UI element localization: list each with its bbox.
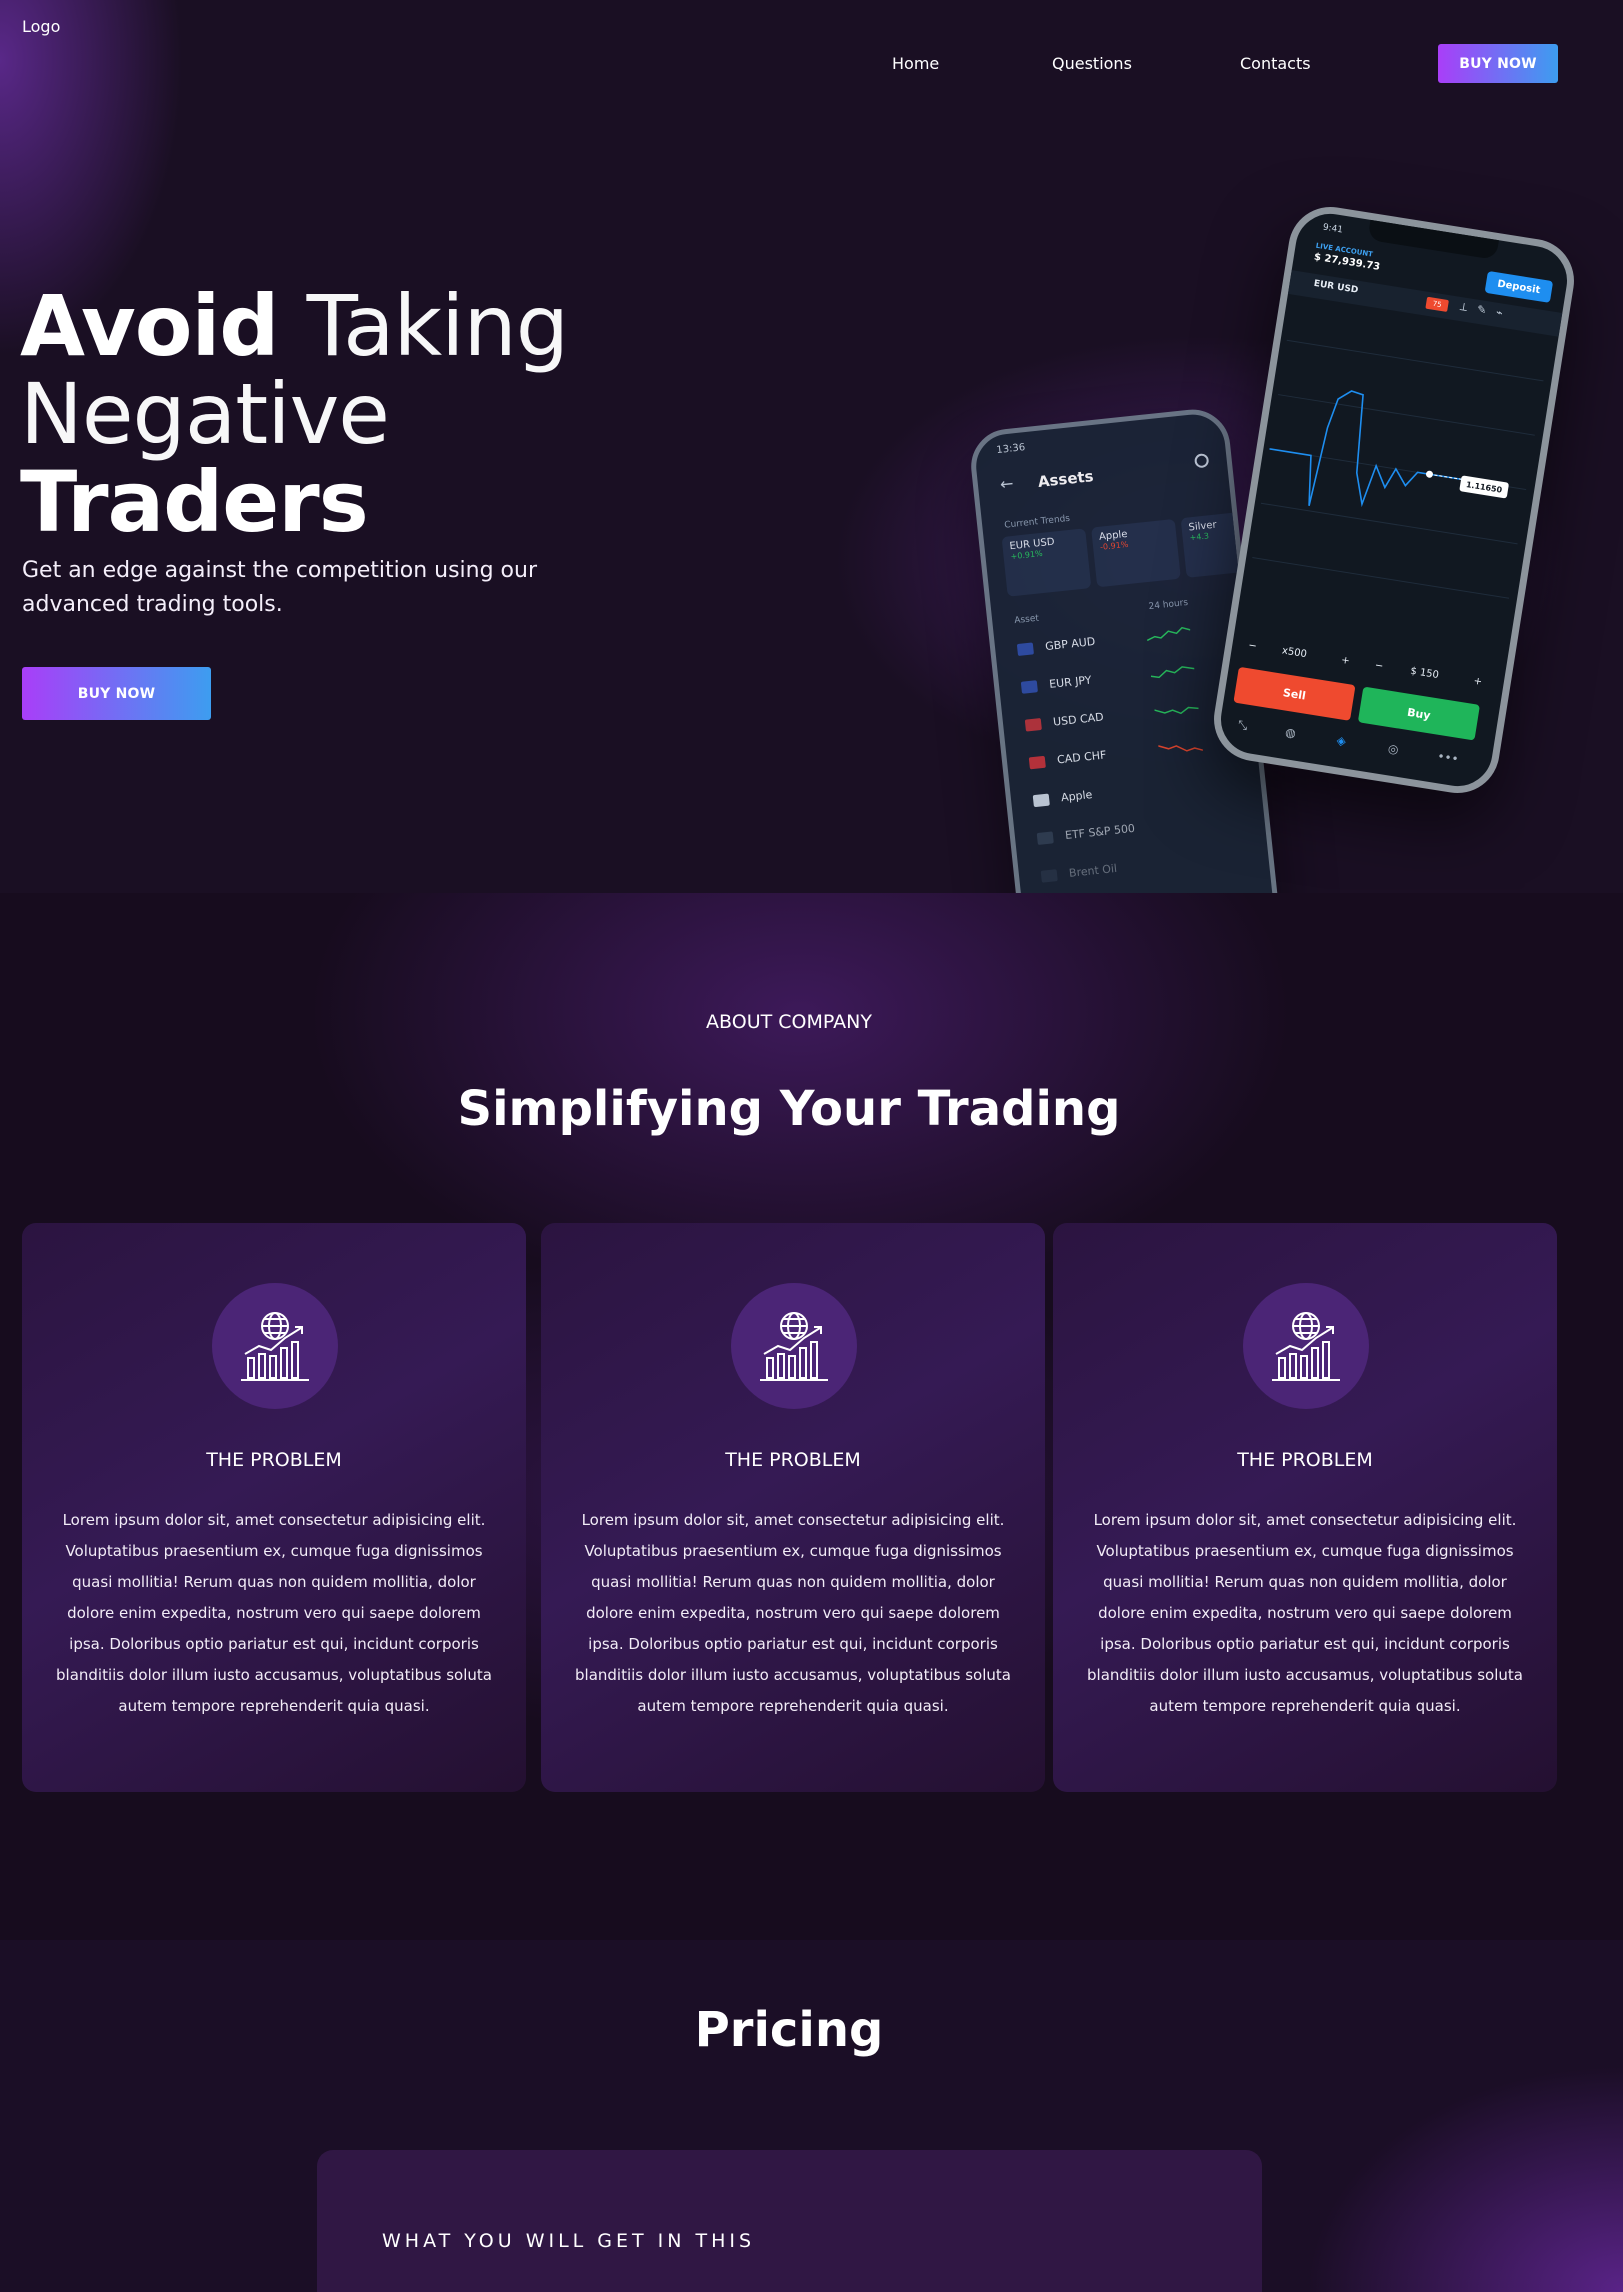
asset-name: Brent Oil xyxy=(1068,861,1118,880)
card-icon-circle xyxy=(731,1283,857,1409)
hero-buy-now-button[interactable]: BUY NOW xyxy=(22,667,211,720)
trend-card: EUR USD +0.91% xyxy=(1001,528,1092,597)
feature-card: THE PROBLEM Lorem ipsum dolor sit, amet … xyxy=(541,1223,1045,1792)
pricing-section: Pricing WHAT YOU WILL GET IN THIS xyxy=(0,1940,1623,2292)
sparkline-icon xyxy=(1146,626,1191,642)
trends-label: Current Trends xyxy=(1003,513,1071,531)
asset-column-label: Asset xyxy=(1013,613,1040,627)
minus-icon: − xyxy=(1247,640,1258,653)
asset-name: CAD CHF xyxy=(1056,748,1108,767)
hero-subtitle-line-1: Get an edge against the competition usin… xyxy=(22,558,538,583)
sparkline-icon xyxy=(1150,666,1195,679)
flag-icon xyxy=(1028,755,1046,770)
asset-name: EUR JPY xyxy=(1048,673,1093,691)
about-section: ABOUT COMPANY Simplifying Your Trading T… xyxy=(0,893,1623,1940)
pair-name: EUR USD xyxy=(1313,278,1359,296)
hero-subtitle: Get an edge against the competition usin… xyxy=(22,554,542,622)
hero-title: Avoid Taking Negative Traders xyxy=(20,282,569,546)
minus-icon: − xyxy=(1374,660,1385,673)
card-text: Lorem ipsum dolor sit, amet consectetur … xyxy=(1087,1511,1523,1715)
pricing-card-title: WHAT YOU WILL GET IN THIS xyxy=(382,2230,756,2252)
hero-subtitle-line-2: advanced trading tools. xyxy=(22,592,283,617)
trend-card: Apple -0.91% xyxy=(1091,518,1181,588)
about-title: Simplifying Your Trading xyxy=(457,1081,1121,1137)
nav-link-questions[interactable]: Questions xyxy=(1052,54,1132,73)
phone-status-time: 9:41 xyxy=(1321,222,1344,236)
flag-icon xyxy=(1020,680,1038,694)
card-icon-circle xyxy=(1243,1283,1369,1409)
more-icon: ••• xyxy=(1436,749,1460,767)
globe-icon: ◍ xyxy=(1284,724,1297,741)
hero-title-negative: Negative xyxy=(20,365,390,463)
pricing-title: Pricing xyxy=(694,2002,884,2058)
flag-icon xyxy=(1016,642,1034,657)
feature-card: THE PROBLEM Lorem ipsum dolor sit, amet … xyxy=(22,1223,526,1792)
phone-notch xyxy=(1367,217,1500,260)
period-column-label: 24 hours xyxy=(1148,597,1189,613)
target-icon: ◎ xyxy=(1387,741,1400,757)
oil-icon xyxy=(1040,869,1058,883)
card-title: THE PROBLEM xyxy=(1237,1449,1373,1471)
pricing-card: WHAT YOU WILL GET IN THIS xyxy=(317,2150,1262,2292)
logo[interactable]: Logo xyxy=(22,17,60,36)
sparkline-icon xyxy=(1154,706,1199,715)
phone-status-time: 13:36 xyxy=(995,442,1026,457)
global-growth-icon xyxy=(241,1312,309,1381)
global-growth-icon xyxy=(760,1312,828,1381)
deposit-button: Deposit xyxy=(1484,270,1554,303)
hero-title-taking: Taking xyxy=(306,277,569,375)
card-text: Lorem ipsum dolor sit, amet consectetur … xyxy=(575,1511,1011,1715)
asset-name: ETF S&P 500 xyxy=(1064,821,1136,843)
global-growth-icon xyxy=(1272,1312,1340,1381)
back-arrow-icon: ← xyxy=(999,473,1015,494)
asset-name: Apple xyxy=(1060,788,1093,805)
expand-icon: ⤡ xyxy=(1236,717,1249,733)
card-text: Lorem ipsum dolor sit, amet consectetur … xyxy=(56,1511,492,1715)
hero-section: Logo Home Questions Contacts BUY NOW Avo… xyxy=(0,0,1623,971)
layers-icon: ◈ xyxy=(1335,733,1347,749)
apple-icon xyxy=(1032,793,1050,808)
etf-icon xyxy=(1036,831,1054,845)
main-nav: Home Questions Contacts xyxy=(0,54,1623,74)
plus-icon: + xyxy=(1472,675,1483,688)
feature-card: THE PROBLEM Lorem ipsum dolor sit, amet … xyxy=(1053,1223,1557,1792)
phone-mockup-trading: 9:41 LIVE ACCOUNT $ 27,939.73 Deposit EU… xyxy=(1207,200,1581,800)
plus-icon: + xyxy=(1340,654,1351,667)
asset-name: USD CAD xyxy=(1052,710,1105,729)
multiplier-value: x500 xyxy=(1281,645,1308,661)
nav-link-home[interactable]: Home xyxy=(892,54,939,73)
flag-icon xyxy=(1024,717,1042,732)
phone-screen-title: Assets xyxy=(1037,467,1095,491)
card-title: THE PROBLEM xyxy=(725,1449,861,1471)
nav-link-contacts[interactable]: Contacts xyxy=(1240,54,1311,73)
hero-title-avoid: Avoid xyxy=(20,277,279,375)
amount-value: $ 150 xyxy=(1409,665,1440,682)
header-buy-now-button[interactable]: BUY NOW xyxy=(1438,44,1558,83)
about-label: ABOUT COMPANY xyxy=(706,1011,872,1033)
search-icon xyxy=(1193,453,1210,469)
card-icon-circle xyxy=(212,1283,338,1409)
card-title: THE PROBLEM xyxy=(206,1449,342,1471)
chart-tools-icon: ⟂✎⌁ xyxy=(1459,300,1514,322)
asset-name: GBP AUD xyxy=(1044,634,1096,654)
pair-badge: 75 xyxy=(1425,296,1449,312)
hero-title-traders: Traders xyxy=(20,453,369,551)
sparkline-icon xyxy=(1158,745,1204,752)
